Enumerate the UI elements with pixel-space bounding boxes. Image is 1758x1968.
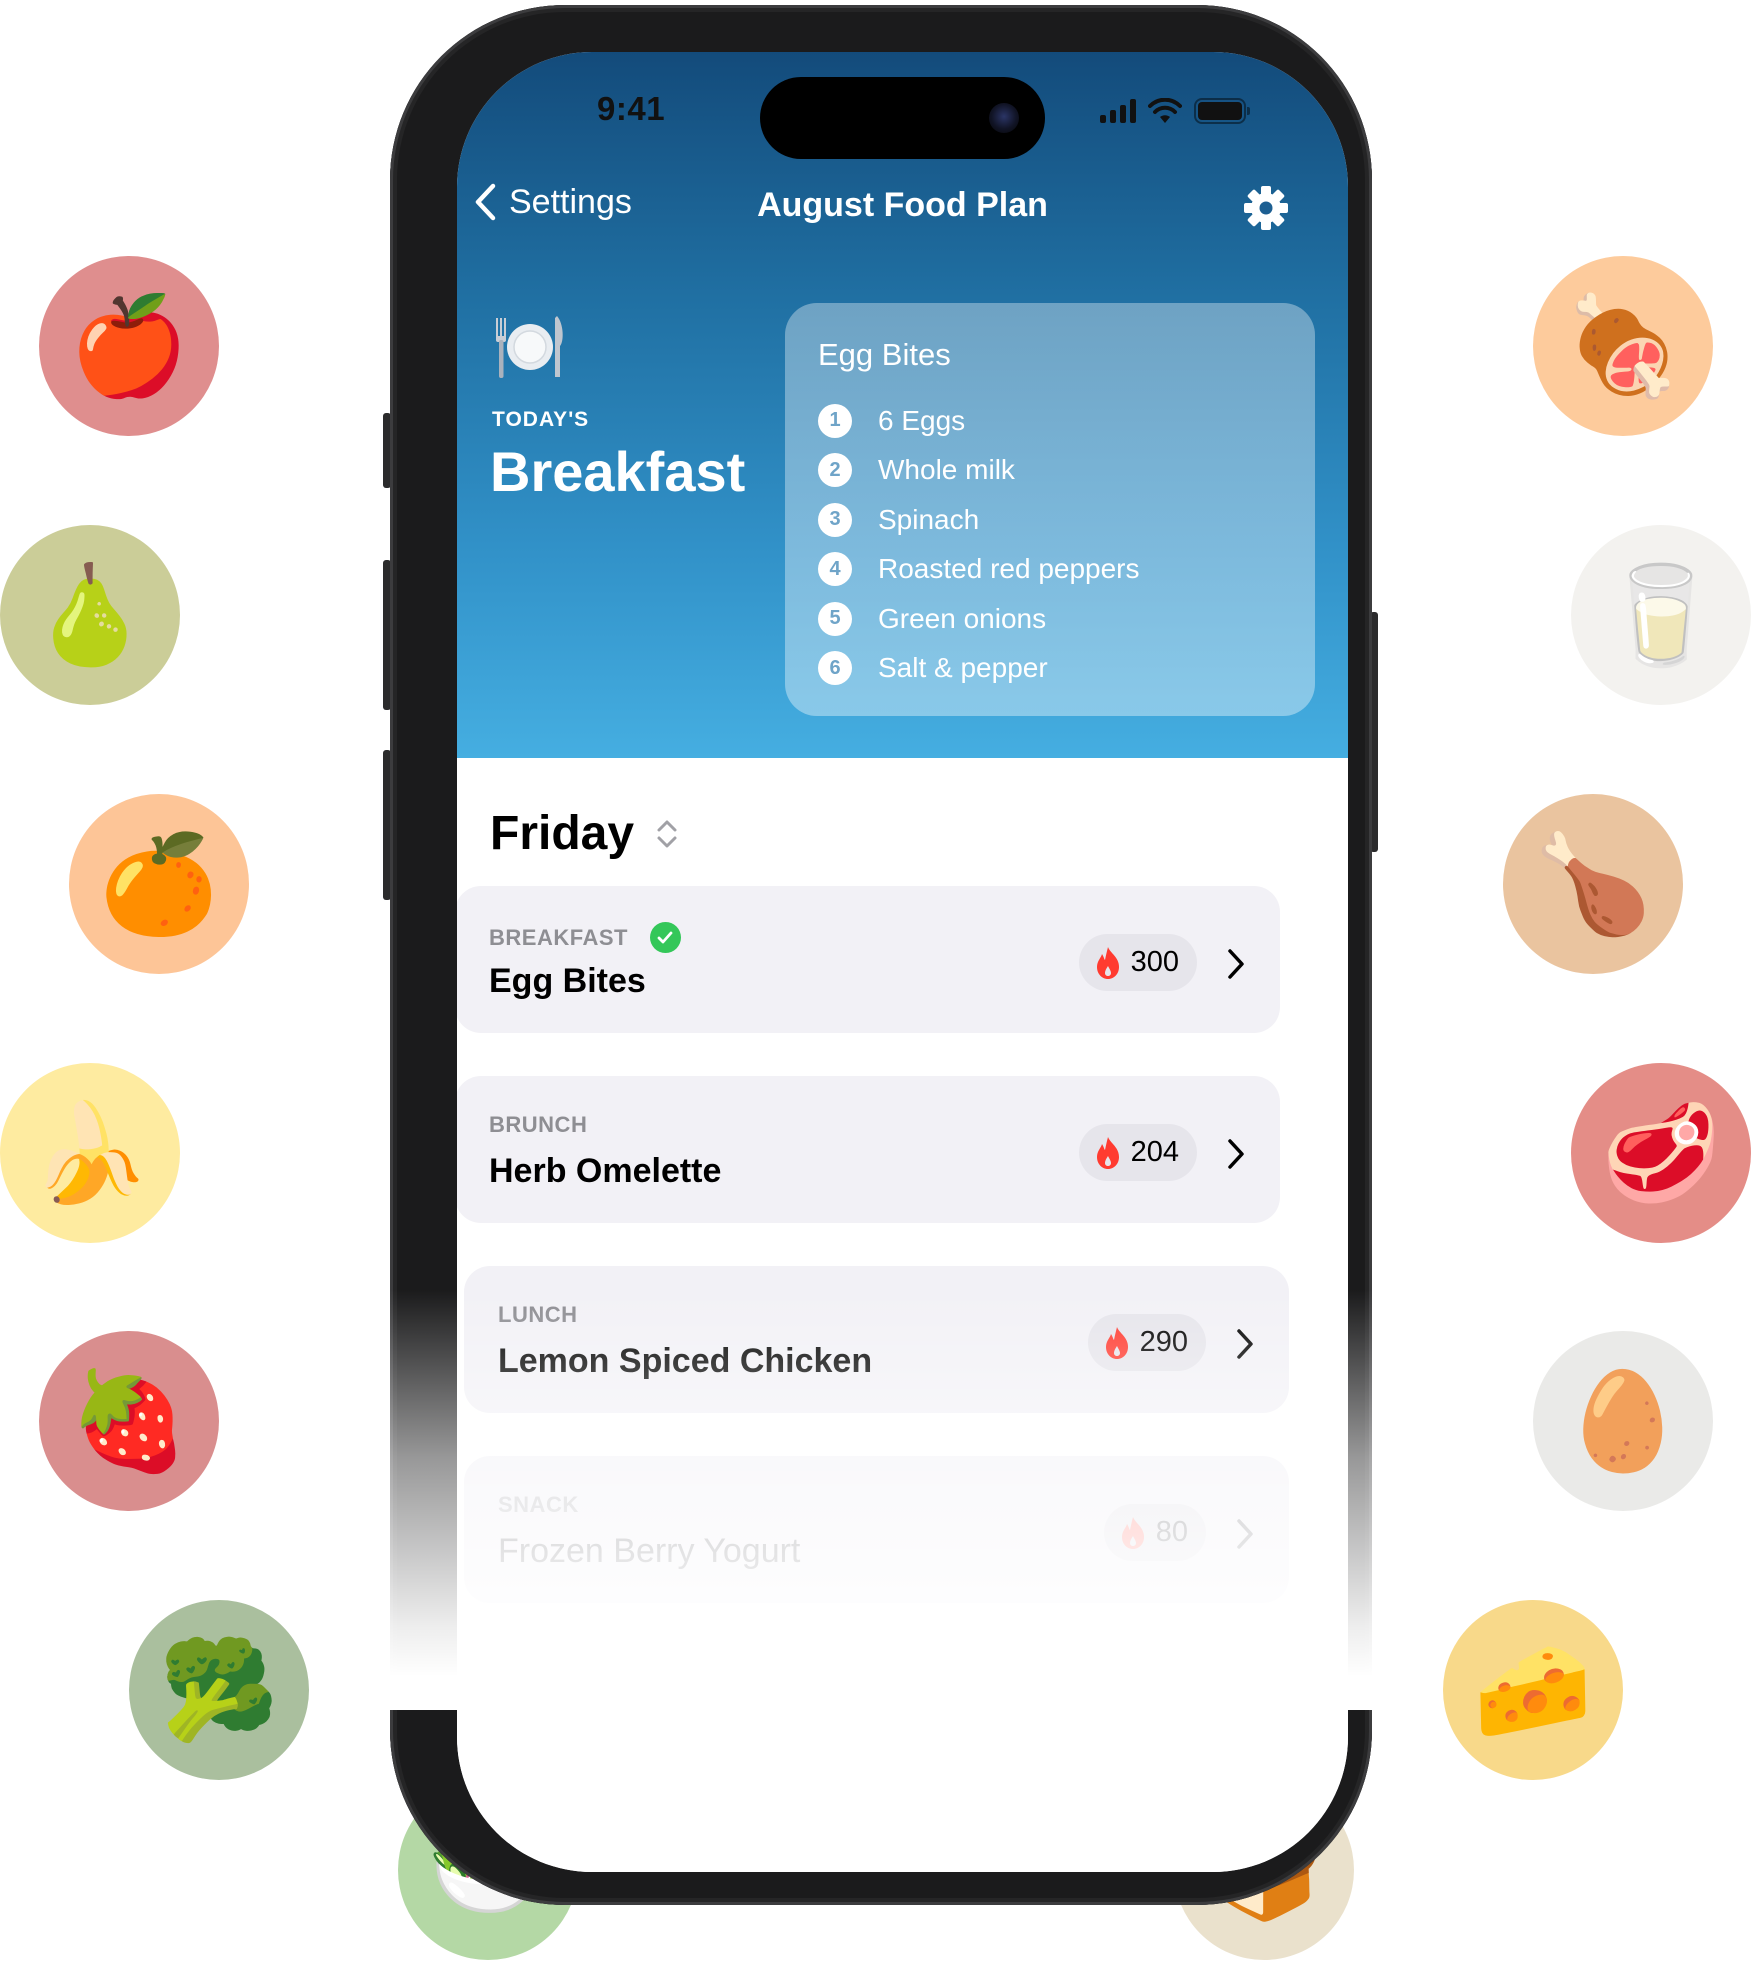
ingredient-text: Spinach (878, 503, 980, 535)
ingredient-item: 1 6 Eggs (818, 396, 1140, 446)
cheese-icon: 🧀 (1443, 1600, 1623, 1780)
egg-icon: 🥚 (1533, 1331, 1713, 1511)
fork-knife-plate-icon (496, 316, 563, 378)
cellular-signal-icon (1100, 99, 1136, 123)
bottom-fade-overlay (370, 1290, 1400, 1710)
calorie-value: 204 (1130, 1136, 1179, 1168)
gear-icon[interactable] (1242, 184, 1290, 232)
ingredient-item: 3 Spinach (818, 495, 1140, 545)
ingredient-text: Salt & pepper (878, 652, 1048, 684)
ingredient-text: Green onions (878, 602, 1047, 634)
ingredient-text: Roasted red peppers (878, 553, 1140, 585)
ingredient-list: 1 6 Eggs 2 Whole milk 3 Spinach 4 Roasted re… (818, 396, 1140, 693)
meal-name: Herb Omelette (489, 1152, 722, 1190)
back-button[interactable]: Settings (473, 182, 632, 222)
camera-icon (989, 103, 1019, 133)
flame-icon (1096, 1136, 1119, 1169)
status-time: 9:41 (597, 90, 666, 127)
hero-meal-title: Breakfast (490, 440, 746, 503)
page-title: August Food Plan (757, 186, 1048, 224)
chevron-left-icon (475, 183, 496, 221)
meal-type-label: BREAKFAST (489, 924, 628, 950)
day-picker[interactable]: Friday (490, 806, 678, 861)
strawberry-icon: 🍓 (39, 1331, 219, 1511)
ingredient-number: 4 (818, 552, 852, 587)
phone-mockup: 9:41 Settings August Food Plan TODAY'S B… (370, 0, 1400, 1905)
meal-type-label: BRUNCH (489, 1112, 588, 1137)
status-icons (1100, 98, 1250, 124)
ingredient-number: 2 (818, 453, 852, 488)
back-label: Settings (509, 182, 632, 221)
broccoli-icon: 🥦 (129, 1600, 309, 1780)
flame-icon (1096, 946, 1119, 979)
meal-name: Egg Bites (489, 962, 646, 1000)
tangerine-icon: 🍊 (69, 794, 249, 974)
meat-on-bone-icon: 🍖 (1533, 256, 1713, 436)
day-label: Friday (490, 807, 635, 860)
ingredient-item: 6 Salt & pepper (818, 644, 1140, 694)
meal-card-brunch[interactable]: BRUNCH Herb Omelette 204 (457, 1076, 1280, 1223)
chevron-right-icon (1228, 949, 1244, 979)
meal-card-breakfast[interactable]: BREAKFAST Egg Bites 300 (457, 886, 1280, 1033)
pear-icon: 🍐 (0, 525, 180, 705)
calorie-value: 300 (1130, 946, 1179, 978)
ingredient-number: 5 (818, 601, 852, 636)
milk-icon: 🥛 (1571, 525, 1751, 705)
ingredient-text: Whole milk (878, 454, 1015, 486)
poultry-leg-icon: 🍗 (1503, 794, 1683, 974)
wifi-icon (1148, 98, 1182, 123)
recipe-card[interactable]: Egg Bites 1 6 Eggs 2 Whole milk 3 Spinach 4… (785, 303, 1315, 716)
steak-icon: 🥩 (1571, 1063, 1751, 1243)
ingredient-text: 6 Eggs (878, 404, 966, 436)
completed-check-icon (649, 922, 681, 953)
calorie-badge: 204 (1078, 1124, 1197, 1181)
dynamic-island (760, 77, 1045, 159)
recipe-name: Egg Bites (818, 337, 951, 372)
ingredient-item: 5 Green onions (818, 594, 1140, 644)
ingredient-item: 4 Roasted red peppers (818, 545, 1140, 595)
hero-header: 9:41 Settings August Food Plan TODAY'S B… (457, 52, 1348, 758)
chevron-right-icon (1228, 1139, 1244, 1169)
ingredient-number: 1 (818, 403, 852, 438)
today-eyebrow: TODAY'S (492, 408, 590, 431)
apple-icon: 🍎 (39, 256, 219, 436)
calorie-badge: 300 (1078, 934, 1197, 991)
ingredient-item: 2 Whole milk (818, 446, 1140, 496)
ingredient-number: 3 (818, 502, 852, 537)
banana-icon: 🍌 (0, 1063, 180, 1243)
ingredient-number: 6 (818, 651, 852, 686)
chevron-up-down-icon (657, 820, 677, 847)
battery-icon (1194, 98, 1250, 124)
